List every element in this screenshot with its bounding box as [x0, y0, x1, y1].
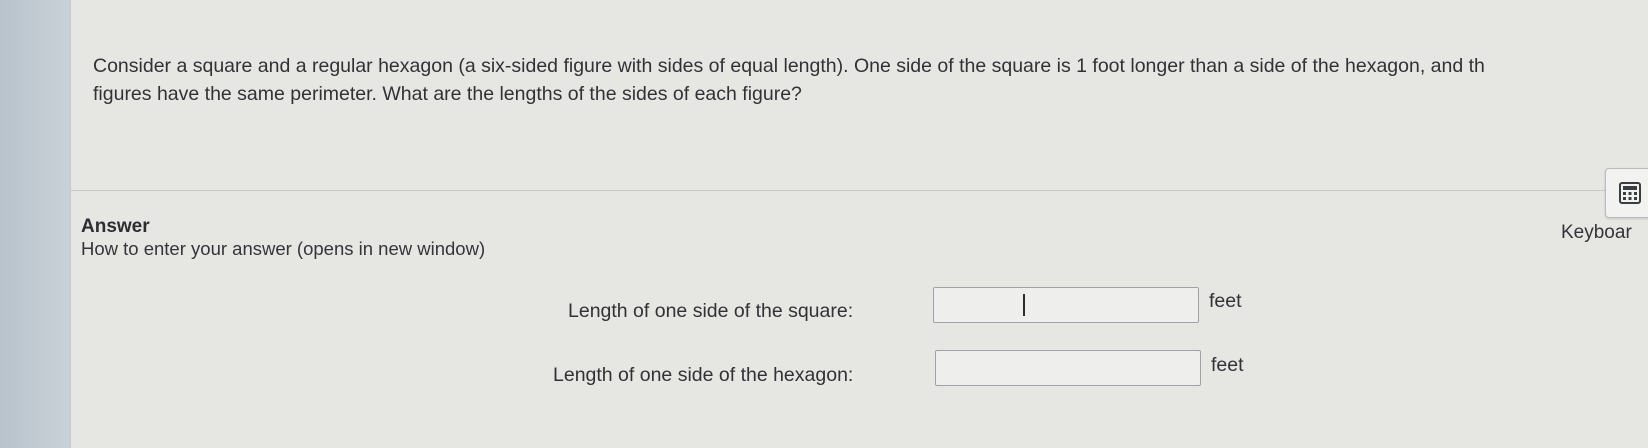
calculator-icon — [1619, 182, 1641, 204]
left-edge-background — [0, 0, 70, 448]
hexagon-side-label: Length of one side of the hexagon: — [553, 364, 854, 386]
question-block: Consider a square and a regular hexagon … — [71, 0, 1648, 191]
hexagon-side-unit: feet — [1211, 354, 1244, 376]
question-line-2: figures have the same perimeter. What ar… — [93, 83, 802, 105]
text-cursor — [1023, 294, 1025, 316]
square-side-label: Length of one side of the square: — [568, 300, 854, 322]
question-panel: Consider a square and a regular hexagon … — [70, 0, 1648, 448]
square-side-unit: feet — [1209, 290, 1242, 312]
calculator-button[interactable] — [1605, 168, 1648, 218]
question-line-1: Consider a square and a regular hexagon … — [93, 55, 1485, 77]
how-to-enter-answer-link[interactable]: How to enter your answer (opens in new w… — [81, 238, 485, 260]
square-side-input[interactable] — [933, 287, 1199, 323]
answer-heading: Answer — [81, 216, 150, 237]
keyboard-toggle[interactable]: Keyboar — [1561, 222, 1632, 244]
hexagon-side-input[interactable] — [935, 350, 1201, 386]
question-text: Consider a square and a regular hexagon … — [93, 52, 1648, 108]
